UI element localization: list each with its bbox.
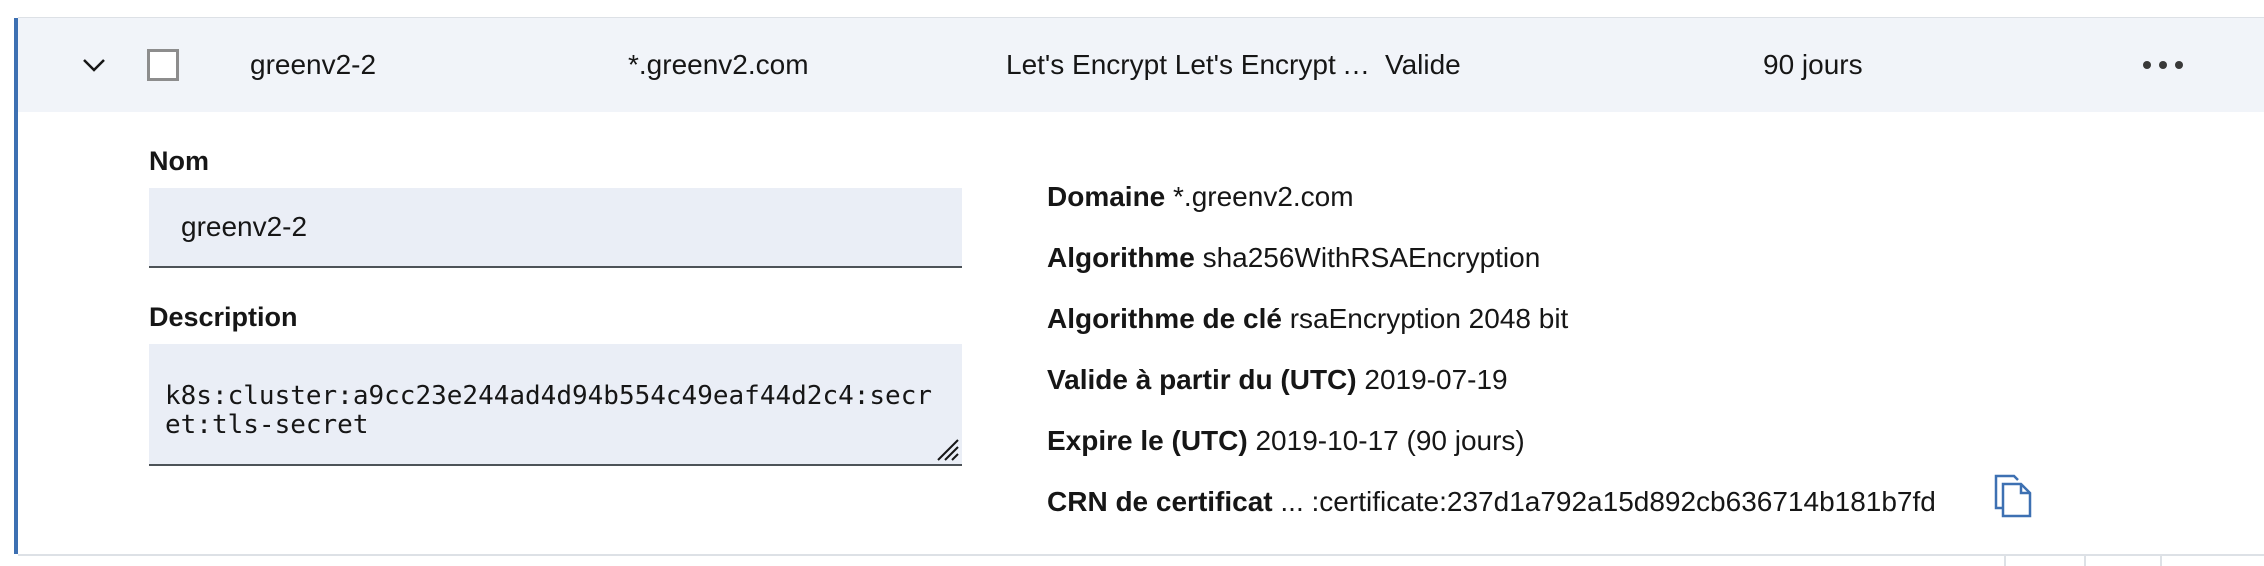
description-label: Description: [149, 302, 298, 332]
info-expires: Expire le (UTC) 2019-10-17 (90 jours): [1047, 425, 1525, 457]
valid-from-label: Valide à partir du (UTC): [1047, 364, 1357, 395]
footer-divider: [2084, 556, 2086, 566]
description-textarea[interactable]: k8s:cluster:a9cc23e244ad4d94b554c49eaf44…: [149, 344, 962, 466]
checkbox-box[interactable]: [147, 49, 179, 81]
crn-label: CRN de certificat: [1047, 486, 1273, 517]
cell-name: greenv2-2: [250, 49, 377, 80]
domain-value: *.greenv2.com: [1173, 181, 1354, 212]
key-algorithm-label: Algorithme de clé: [1047, 303, 1282, 334]
crn-value: ... :certificate:237d1a792a15d892cb63671…: [1280, 486, 1936, 517]
expires-value: 2019-10-17 (90 jours): [1255, 425, 1525, 456]
cell-issuer: Let's Encrypt Let's Encrypt Authority X3: [1006, 49, 1386, 80]
info-key-algorithm: Algorithme de clé rsaEncryption 2048 bit: [1047, 303, 1568, 335]
cell-domain: *.greenv2.com: [628, 49, 809, 80]
algorithm-label: Algorithme: [1047, 242, 1195, 273]
info-valid-from: Valide à partir du (UTC) 2019-07-19: [1047, 364, 1508, 396]
expand-toggle[interactable]: [64, 18, 124, 112]
name-label: Nom: [149, 146, 209, 176]
info-algorithm: Algorithme sha256WithRSAEncryption: [1047, 242, 1540, 274]
resize-handle-icon[interactable]: [934, 436, 960, 462]
certificate-details-panel: Nom Description k8s:cluster:a9cc23e244ad…: [18, 112, 2264, 554]
footer-divider: [2004, 556, 2006, 566]
algorithm-value: sha256WithRSAEncryption: [1202, 242, 1541, 273]
expires-label: Expire le (UTC): [1047, 425, 1248, 456]
valid-from-value: 2019-07-19: [1364, 364, 1508, 395]
cell-status: Valide: [1385, 49, 1461, 80]
info-crn: CRN de certificat ... :certificate:237d1…: [1047, 486, 1936, 518]
cell-expires-in: 90 jours: [1763, 49, 1863, 80]
copy-icon[interactable]: [1994, 474, 2032, 518]
name-input[interactable]: [149, 188, 962, 268]
certificate-row-header[interactable]: greenv2-2 *.greenv2.com Let's Encrypt Le…: [18, 18, 2264, 112]
footer-divider: [2160, 556, 2162, 566]
key-algorithm-value: rsaEncryption 2048 bit: [1289, 303, 1569, 334]
info-domain: Domaine *.greenv2.com: [1047, 181, 1354, 213]
description-text: k8s:cluster:a9cc23e244ad4d94b554c49eaf44…: [165, 381, 933, 440]
overflow-menu-button[interactable]: [2128, 18, 2198, 112]
chevron-down-icon: [83, 59, 105, 72]
domain-label: Domaine: [1047, 181, 1166, 212]
row-bottom-divider: [18, 554, 2264, 556]
certificate-row: greenv2-2 *.greenv2.com Let's Encrypt Le…: [0, 0, 2264, 566]
row-select-checkbox[interactable]: [144, 18, 182, 112]
overflow-menu-icon: [2143, 61, 2183, 69]
